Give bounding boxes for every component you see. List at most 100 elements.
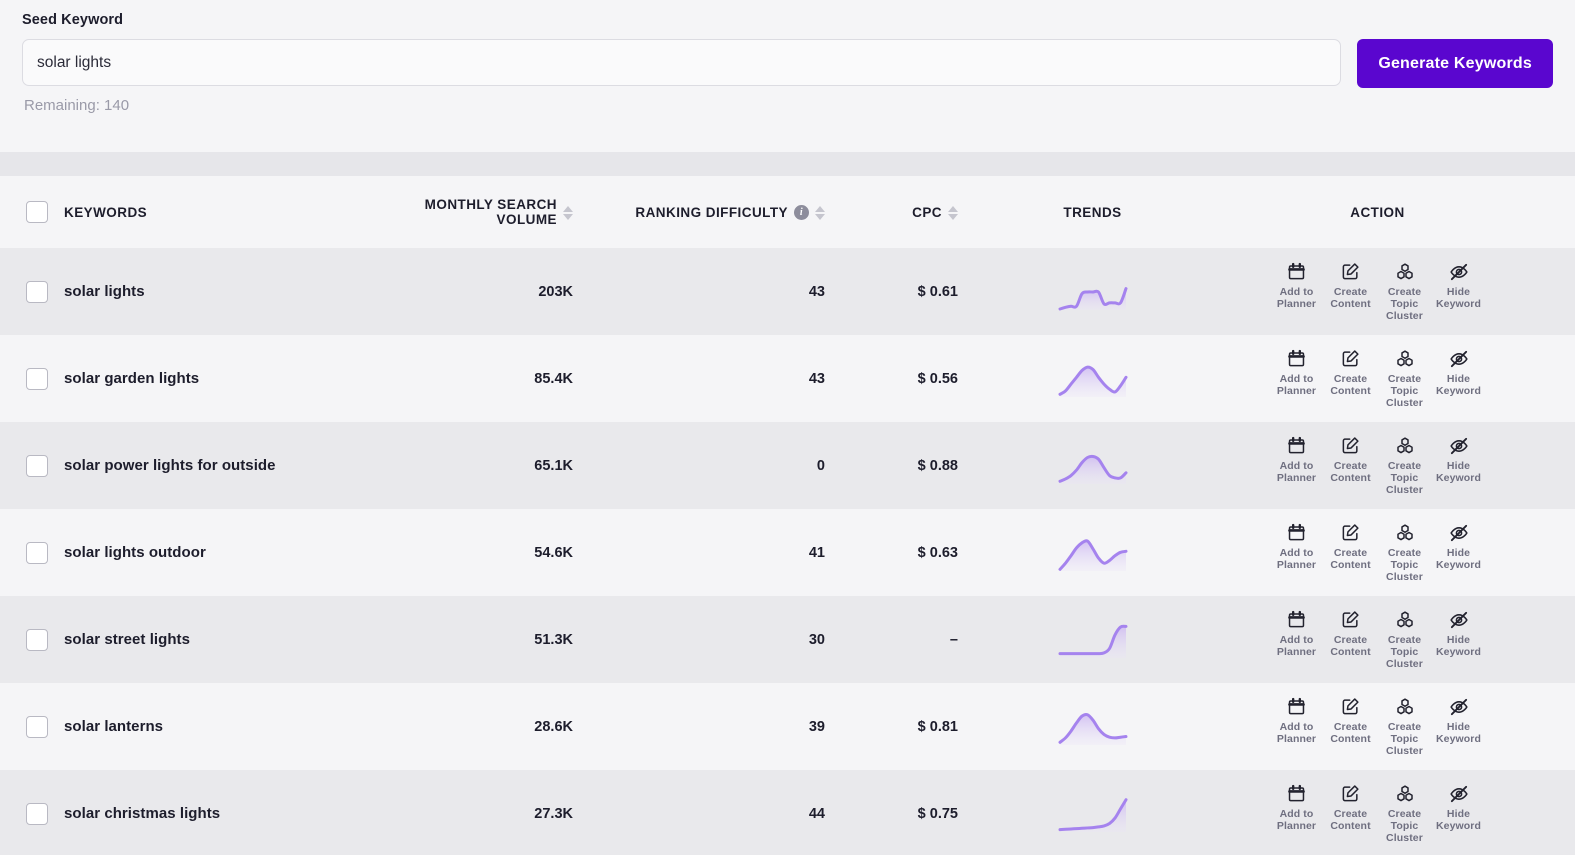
action-calendar-button[interactable]: Add to Planner <box>1270 523 1324 571</box>
action-label: Add to Planner <box>1276 720 1317 745</box>
action-eye-off-button[interactable]: Hide Keyword <box>1432 784 1486 832</box>
header-cpc[interactable]: CPC <box>870 176 1005 248</box>
remaining-counter: Remaining: 140 <box>24 97 130 114</box>
row-checkbox[interactable] <box>26 454 48 477</box>
action-calendar-button[interactable]: Add to Planner <box>1270 349 1324 397</box>
action-label: Hide Keyword <box>1435 633 1482 658</box>
row-actions-cell: Add to Planner Create Content Create Topic Cl… <box>1180 509 1575 596</box>
row-keyword-cell: solar lights outdoor <box>58 509 370 596</box>
calendar-icon <box>1287 610 1306 630</box>
row-cpc: – <box>949 631 958 648</box>
header-cpc-label: CPC <box>912 204 942 220</box>
action-label: Add to Planner <box>1276 546 1317 571</box>
action-eye-off-button[interactable]: Hide Keyword <box>1432 697 1486 745</box>
cluster-icon <box>1395 697 1415 717</box>
action-edit-square-button[interactable]: Create Content <box>1324 523 1378 571</box>
row-actions-cell: Add to Planner Create Content Create Topic Cl… <box>1180 335 1575 422</box>
row-select-cell <box>0 422 58 509</box>
action-edit-square-button[interactable]: Create Content <box>1324 262 1378 310</box>
seed-keyword-input[interactable] <box>22 39 1342 86</box>
row-actions: Add to Planner Create Content Create Topic Cl… <box>1180 262 1575 322</box>
action-label: Create Topic Cluster <box>1386 459 1423 496</box>
action-calendar-button[interactable]: Add to Planner <box>1270 697 1324 745</box>
table-header: KEYWORDS MONTHLY SEARCH VOLUME RANKING D… <box>0 176 1575 248</box>
header-keywords[interactable]: KEYWORDS <box>58 176 370 248</box>
action-label: Create Topic Cluster <box>1386 372 1423 409</box>
row-select-cell <box>0 248 58 335</box>
row-checkbox[interactable] <box>26 715 48 738</box>
keyword-link[interactable]: solar street lights <box>58 631 190 648</box>
action-label: Create Content <box>1330 720 1371 745</box>
action-label: Hide Keyword <box>1435 546 1482 571</box>
row-volume: 65.1K <box>534 457 573 474</box>
action-edit-square-button[interactable]: Create Content <box>1324 697 1378 745</box>
info-icon[interactable]: i <box>794 204 809 220</box>
sort-volume-icon[interactable] <box>563 206 573 220</box>
row-volume: 28.6K <box>534 718 573 735</box>
keyword-link[interactable]: solar lights <box>58 283 145 300</box>
action-label: Create Content <box>1330 459 1371 484</box>
row-actions-cell: Add to Planner Create Content Create Topic Cl… <box>1180 422 1575 509</box>
row-keyword-cell: solar garden lights <box>58 335 370 422</box>
action-edit-square-button[interactable]: Create Content <box>1324 349 1378 397</box>
action-eye-off-button[interactable]: Hide Keyword <box>1432 610 1486 658</box>
header-monthly-search-volume[interactable]: MONTHLY SEARCH VOLUME <box>370 176 635 248</box>
row-difficulty: 43 <box>808 370 825 387</box>
action-eye-off-button[interactable]: Hide Keyword <box>1432 523 1486 571</box>
seed-input-wrap: Remaining: 140 <box>22 39 1342 114</box>
sort-difficulty-icon[interactable] <box>815 206 825 220</box>
calendar-icon <box>1287 262 1306 282</box>
action-cluster-button[interactable]: Create Topic Cluster <box>1378 349 1432 409</box>
keyword-link[interactable]: solar garden lights <box>58 370 199 387</box>
action-cluster-button[interactable]: Create Topic Cluster <box>1378 697 1432 757</box>
action-label: Create Topic Cluster <box>1386 285 1423 322</box>
action-calendar-button[interactable]: Add to Planner <box>1270 262 1324 310</box>
keyword-link[interactable]: solar lanterns <box>58 718 163 735</box>
header-trends-label: TRENDS <box>1063 204 1122 220</box>
row-cpc: $ 0.88 <box>917 457 958 474</box>
header-ranking-difficulty[interactable]: RANKING DIFFICULTY i <box>635 176 870 248</box>
action-cluster-button[interactable]: Create Topic Cluster <box>1378 262 1432 322</box>
keyword-link[interactable]: solar christmas lights <box>58 805 220 822</box>
edit-square-icon <box>1341 523 1360 543</box>
row-actions: Add to Planner Create Content Create Topic Cl… <box>1180 697 1575 757</box>
action-label: Create Content <box>1330 285 1371 310</box>
row-checkbox[interactable] <box>26 367 48 390</box>
generate-keywords-button[interactable]: Generate Keywords <box>1357 39 1553 88</box>
action-eye-off-button[interactable]: Hide Keyword <box>1432 436 1486 484</box>
action-edit-square-button[interactable]: Create Content <box>1324 784 1378 832</box>
action-edit-square-button[interactable]: Create Content <box>1324 610 1378 658</box>
action-calendar-button[interactable]: Add to Planner <box>1270 436 1324 484</box>
action-cluster-button[interactable]: Create Topic Cluster <box>1378 436 1432 496</box>
action-label: Create Content <box>1330 807 1371 832</box>
row-trend-sparkline <box>1005 248 1180 335</box>
row-checkbox[interactable] <box>26 280 48 303</box>
table-row: solar lights outdoor 54.6K 41 $ 0.63 Add to P… <box>0 509 1575 596</box>
row-checkbox[interactable] <box>26 802 48 825</box>
action-calendar-button[interactable]: Add to Planner <box>1270 784 1324 832</box>
table-header-row: KEYWORDS MONTHLY SEARCH VOLUME RANKING D… <box>0 176 1575 248</box>
select-all-checkbox[interactable] <box>26 201 48 223</box>
sort-cpc-icon[interactable] <box>948 206 958 220</box>
action-cluster-button[interactable]: Create Topic Cluster <box>1378 610 1432 670</box>
action-calendar-button[interactable]: Add to Planner <box>1270 610 1324 658</box>
keyword-link[interactable]: solar lights outdoor <box>58 544 206 561</box>
eye-off-icon <box>1449 523 1469 543</box>
action-edit-square-button[interactable]: Create Content <box>1324 436 1378 484</box>
edit-square-icon <box>1341 436 1360 456</box>
action-label: Create Topic Cluster <box>1386 546 1423 583</box>
action-eye-off-button[interactable]: Hide Keyword <box>1432 349 1486 397</box>
row-actions: Add to Planner Create Content Create Topic Cl… <box>1180 523 1575 583</box>
action-cluster-button[interactable]: Create Topic Cluster <box>1378 523 1432 583</box>
row-cpc: $ 0.75 <box>917 805 958 822</box>
action-eye-off-button[interactable]: Hide Keyword <box>1432 262 1486 310</box>
row-volume: 27.3K <box>534 805 573 822</box>
row-keyword-cell: solar christmas lights <box>58 770 370 855</box>
row-volume: 203K <box>538 283 573 300</box>
keyword-link[interactable]: solar power lights for outside <box>58 457 276 474</box>
row-checkbox[interactable] <box>26 628 48 651</box>
calendar-icon <box>1287 349 1306 369</box>
row-select-cell <box>0 683 58 770</box>
action-cluster-button[interactable]: Create Topic Cluster <box>1378 784 1432 844</box>
row-checkbox[interactable] <box>26 541 48 564</box>
